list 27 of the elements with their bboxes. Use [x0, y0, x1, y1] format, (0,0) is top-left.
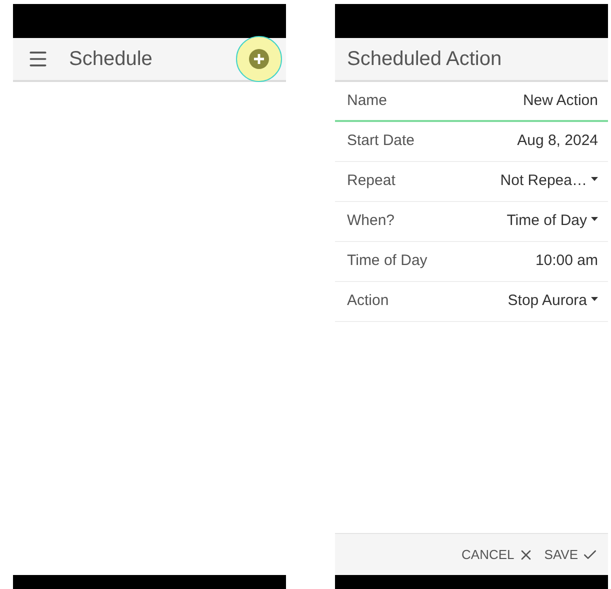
- form-row[interactable]: Name New Action: [335, 82, 608, 122]
- form-row[interactable]: Action Stop Aurora: [335, 282, 608, 322]
- field-label: Action: [347, 291, 390, 312]
- field-label: When?: [347, 211, 396, 232]
- screen-title: Scheduled Action: [347, 47, 502, 72]
- screen-title: Schedule: [69, 47, 154, 72]
- field-value: 10:00 am: [535, 251, 598, 272]
- field-value: Aug 8, 2024: [517, 131, 598, 152]
- field-label: Time of Day: [347, 251, 428, 272]
- form-row[interactable]: When? Time of Day: [335, 202, 608, 242]
- form-row[interactable]: Start Date Aug 8, 2024: [335, 122, 608, 162]
- field-value: Not Repea…: [500, 171, 587, 192]
- form-row[interactable]: Time of Day 10:00 am: [335, 242, 608, 282]
- field-value: New Action: [522, 90, 598, 111]
- add-button[interactable]: [236, 36, 282, 82]
- field-label: Start Date: [347, 131, 416, 152]
- form-row[interactable]: Repeat Not Repea…: [335, 162, 608, 202]
- field-label: Repeat: [347, 171, 396, 192]
- dropdown-caret-icon: [591, 296, 598, 300]
- field-value: Time of Day: [506, 211, 587, 232]
- field-value: Stop Aurora: [508, 291, 587, 312]
- cancel-button[interactable]: CANCEL: [462, 544, 534, 564]
- save-button[interactable]: SAVE: [544, 544, 598, 564]
- dropdown-caret-icon: [591, 176, 598, 180]
- dropdown-caret-icon: [591, 216, 598, 220]
- field-label: Name: [347, 90, 388, 111]
- plus-circle-icon: [249, 49, 269, 69]
